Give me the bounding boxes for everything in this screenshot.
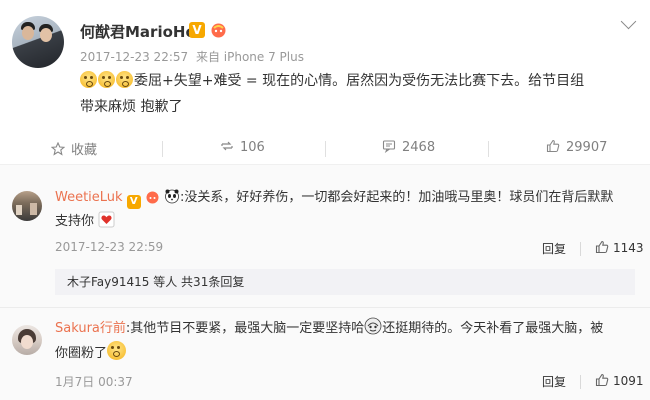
divider	[580, 242, 581, 256]
comment-icon	[382, 140, 396, 153]
comment-timestamp: 1月7日 00:37	[55, 375, 133, 389]
shocked-face-emoji	[80, 71, 97, 88]
heart-icon	[98, 211, 115, 228]
divider	[162, 141, 163, 157]
comment-text-line2: 你圈粉了	[55, 346, 108, 361]
thumbs-up-icon	[546, 139, 560, 153]
thumbs-up-icon	[595, 240, 609, 254]
comment-username[interactable]: Sakura行前	[55, 321, 126, 336]
verified-badge[interactable]: V	[189, 22, 205, 38]
divider	[488, 141, 489, 157]
avatar-figure	[16, 205, 22, 215]
shocked-face-emoji	[98, 71, 115, 88]
comment-count: 2468	[402, 140, 436, 155]
post-content: 委屈+失望+难受 = 现在的心情。居然因为受伤无法比赛下去。给节目组 带来麻烦 …	[80, 68, 625, 120]
avatar-figure	[30, 203, 37, 215]
star-icon	[51, 142, 65, 156]
comment-text-line1b: 还挺期待的。今天补看了最强大脑，被	[382, 321, 604, 336]
divider	[0, 307, 650, 308]
avatar-face	[40, 28, 52, 42]
favorite-label: 收藏	[71, 143, 98, 158]
comment-text-line2: 支持你	[55, 214, 95, 229]
avatar-face	[21, 335, 33, 349]
avatar-face	[22, 26, 34, 40]
weibo-post: 何猷君MarioHo V 2017-12-23 22:57 来自 iPhone …	[0, 0, 650, 136]
comment-like-button[interactable]: 1091	[595, 373, 644, 388]
sub-replies-text: 木子Fay91415 等人 共31条回复	[67, 275, 245, 289]
comment-like-button[interactable]: 1143	[595, 240, 644, 255]
divider	[325, 141, 326, 157]
post-action-bar: 收藏 106 2468 29907	[0, 137, 650, 161]
like-count: 29907	[566, 140, 608, 155]
comment-like-count: 1143	[613, 241, 644, 255]
member-level-icon[interactable]	[210, 22, 227, 38]
reply-button[interactable]: 回复	[542, 240, 566, 257]
post-username[interactable]: 何猷君MarioHo	[80, 21, 196, 42]
comment-like-count: 1091	[613, 374, 644, 388]
sub-replies-link[interactable]: 木子Fay91415 等人 共31条回复	[55, 269, 635, 295]
thumbs-up-icon	[595, 373, 609, 387]
smile-face-emoji	[107, 341, 127, 360]
repost-icon	[221, 141, 233, 151]
divider	[580, 375, 581, 389]
comment-body: Sakura行前:其他节目不要紧，最强大脑一定要坚持哈 还挺期待的。今天补看了最强…	[55, 317, 635, 366]
member-level-icon[interactable]	[145, 190, 160, 204]
comments-section: WeetieLuk V :没关系，好好养伤，一切都会好起来的！加油哦马里奥！球员…	[0, 165, 650, 400]
chevron-down-icon[interactable]	[620, 13, 637, 30]
like-button[interactable]: 29907	[546, 139, 607, 155]
comment-timestamp: 2017-12-23 22:59	[55, 240, 164, 254]
post-source: 来自 iPhone 7 Plus	[195, 50, 304, 64]
verified-badge[interactable]: V	[126, 195, 141, 209]
brain-emoji-icon	[364, 317, 382, 335]
post-text-line1: 委屈+失望+难受 = 现在的心情。居然因为受伤无法比赛下去。给节目组	[134, 73, 585, 89]
panda-icon	[165, 189, 179, 204]
reply-button[interactable]: 回复	[542, 373, 566, 390]
comment-text-line1: :其他节目不要紧，最强大脑一定要坚持哈	[125, 321, 365, 336]
comment-body: WeetieLuk V :没关系，好好养伤，一切都会好起来的！加油哦马里奥！球员…	[55, 186, 635, 234]
favorite-button[interactable]: 收藏	[51, 139, 97, 158]
avatar[interactable]	[12, 325, 42, 355]
avatar[interactable]	[12, 16, 64, 68]
post-timestamp[interactable]: 2017-12-23 22:57	[80, 50, 188, 64]
repost-count: 106	[240, 140, 265, 155]
shocked-face-emoji	[116, 71, 133, 88]
post-meta: 2017-12-23 22:57 来自 iPhone 7 Plus	[80, 48, 308, 65]
avatar[interactable]	[12, 191, 42, 221]
post-text-line2: 带来麻烦 抱歉了	[80, 99, 183, 115]
comment-button[interactable]: 2468	[382, 139, 435, 155]
repost-button[interactable]: 106	[220, 139, 265, 155]
comment-username[interactable]: WeetieLuk	[55, 190, 123, 205]
comment-text-line1: :没关系，好好养伤，一切都会好起来的！加油哦马里奥！球员们在背后默默	[180, 190, 614, 205]
